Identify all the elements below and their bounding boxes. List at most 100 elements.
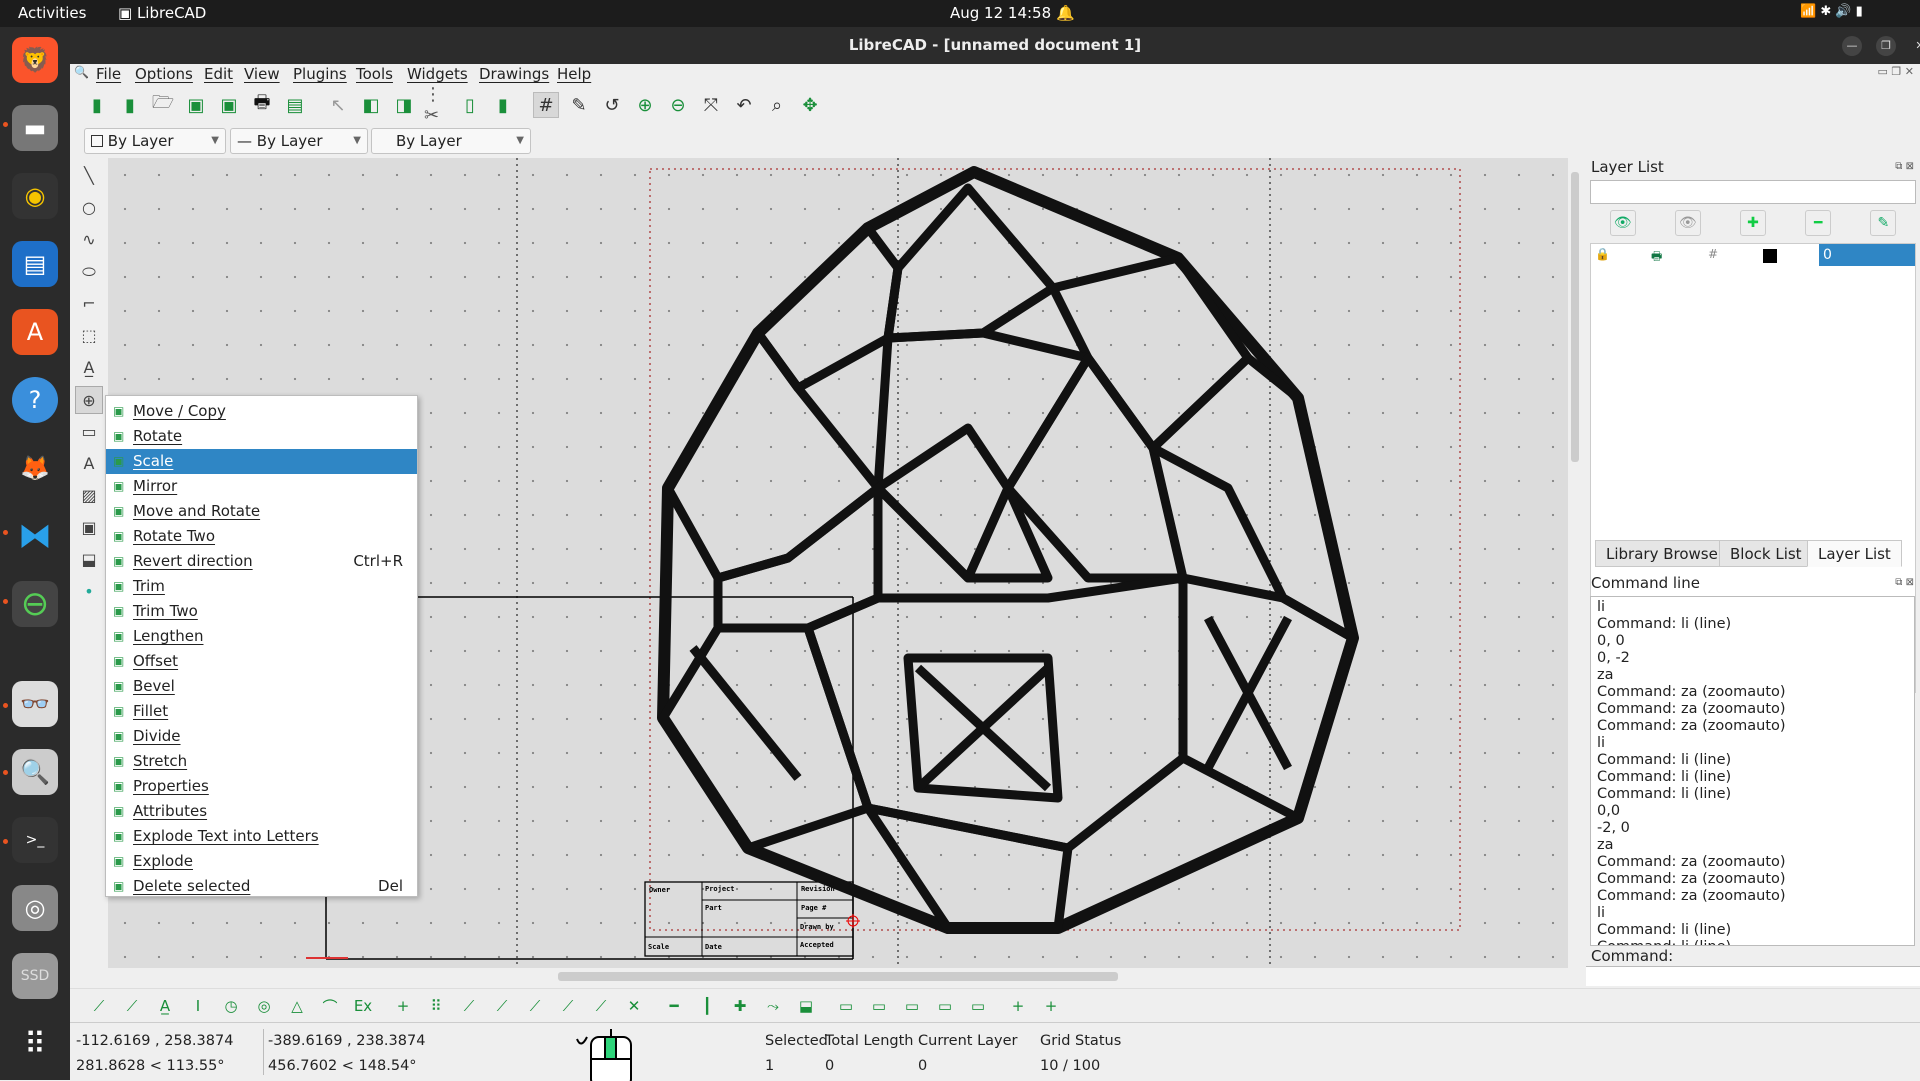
- block-tool-icon[interactable]: ⬓: [75, 546, 103, 574]
- gimp-icon[interactable]: 🦊: [12, 445, 58, 491]
- magnifier-icon[interactable]: 🔍: [12, 749, 58, 795]
- menu-item-delete-selected[interactable]: ▣ Delete selected Del: [106, 874, 417, 899]
- view-3-icon[interactable]: ▭: [899, 993, 925, 1019]
- snap-endpoint-icon[interactable]: A̲: [152, 993, 178, 1019]
- remove-layer-icon[interactable]: ━: [1805, 210, 1832, 236]
- tab-layer-list[interactable]: Layer List: [1807, 540, 1902, 567]
- menu-item-bevel[interactable]: ▣ Bevel: [106, 674, 417, 699]
- view-5-icon[interactable]: ▭: [965, 993, 991, 1019]
- menu-tools[interactable]: Tools: [356, 65, 393, 83]
- hatch-tool-icon[interactable]: ▨: [75, 482, 103, 510]
- draft-mode-icon[interactable]: ✎: [566, 92, 592, 118]
- zoom-previous-icon[interactable]: ↶: [731, 92, 757, 118]
- block-add-icon[interactable]: +: [1038, 993, 1064, 1019]
- edit-layer-icon[interactable]: ✎: [1870, 210, 1897, 236]
- menu-plugins[interactable]: Plugins: [293, 65, 347, 83]
- menu-item-offset[interactable]: ▣ Offset: [106, 649, 417, 674]
- activities-button[interactable]: Activities: [18, 4, 86, 22]
- snap-endpoints-icon[interactable]: ⟋: [456, 993, 482, 1019]
- menu-item-divide[interactable]: ▣ Divide: [106, 724, 417, 749]
- snap-middles-icon[interactable]: ⟋: [555, 993, 581, 1019]
- librecad-icon[interactable]: ⊖: [12, 581, 58, 627]
- restrict-vertical-icon[interactable]: ┃: [694, 993, 720, 1019]
- close-button[interactable]: ✕: [1910, 36, 1920, 56]
- snap-centers-icon[interactable]: ⟋: [522, 993, 548, 1019]
- polyline-tool-icon[interactable]: ⌐: [75, 290, 103, 318]
- menu-item-properties[interactable]: ▣ Properties: [106, 774, 417, 799]
- modify-tool-icon[interactable]: ⊕: [75, 386, 103, 414]
- menu-drawings[interactable]: Drawings: [479, 65, 549, 83]
- show-apps-icon[interactable]: ⠿: [12, 1021, 58, 1067]
- hide-all-layers-icon[interactable]: 👁: [1674, 210, 1701, 236]
- menu-item-stretch[interactable]: ▣ Stretch: [106, 749, 417, 774]
- redraw-icon[interactable]: ↺: [599, 92, 625, 118]
- save-icon[interactable]: ▣: [183, 92, 209, 118]
- line-width-select[interactable]: By Layer ▼: [371, 128, 531, 154]
- print-icon[interactable]: 🖶: [249, 92, 275, 118]
- horizontal-scroll-thumb[interactable]: [558, 972, 1118, 981]
- show-all-layers-icon[interactable]: 👁: [1609, 210, 1636, 236]
- menu-item-explode-text-into-letters[interactable]: ▣ Explode Text into Letters: [106, 824, 417, 849]
- disc-icon[interactable]: ◎: [12, 885, 58, 931]
- rhythmbox-icon[interactable]: ◉: [12, 173, 58, 219]
- snap-distances-icon[interactable]: ⟋: [588, 993, 614, 1019]
- dimension-tool-icon[interactable]: A̲: [75, 354, 103, 382]
- layer-add-icon[interactable]: +: [1005, 993, 1031, 1019]
- zoom-out-icon[interactable]: ⊖: [665, 92, 691, 118]
- snap-free-icon[interactable]: ⟋: [86, 993, 112, 1019]
- relative-zero-icon[interactable]: ⤳: [760, 993, 786, 1019]
- layer-row[interactable]: 🔒 🖶 # 0: [1591, 244, 1915, 266]
- curve-tool-icon[interactable]: ∿: [75, 226, 103, 254]
- menu-item-rotate-two[interactable]: ▣ Rotate Two: [106, 524, 417, 549]
- view-1-icon[interactable]: ▭: [833, 993, 859, 1019]
- view-4-icon[interactable]: ▭: [932, 993, 958, 1019]
- ellipse-tool-icon[interactable]: ⬭: [75, 258, 103, 286]
- menu-item-explode[interactable]: ▣ Explode: [106, 849, 417, 874]
- vertical-scrollbar[interactable]: [1568, 158, 1582, 968]
- brave-browser-icon[interactable]: 🦁: [12, 37, 58, 83]
- maximize-button[interactable]: ❐: [1876, 36, 1896, 56]
- snap-exclusive-icon[interactable]: Ex: [350, 993, 376, 1019]
- vscode-icon[interactable]: ⧓: [12, 513, 58, 559]
- copy-icon[interactable]: ▯: [457, 92, 483, 118]
- menu-item-attributes[interactable]: ▣ Attributes: [106, 799, 417, 824]
- select-pointer-icon[interactable]: ↖: [325, 92, 351, 118]
- new-file-icon[interactable]: ▮: [84, 92, 110, 118]
- snap-distance-icon[interactable]: △: [284, 993, 310, 1019]
- snap-intersections-icon[interactable]: ✕: [621, 993, 647, 1019]
- layer-name[interactable]: 0: [1819, 244, 1915, 266]
- app-center-icon[interactable]: A: [12, 309, 58, 355]
- menu-item-move-copy[interactable]: ▣ Move / Copy: [106, 399, 417, 424]
- menu-item-move-and-rotate[interactable]: ▣ Move and Rotate: [106, 499, 417, 524]
- layer-color-swatch[interactable]: [1763, 249, 1777, 263]
- panel-float-close-buttons[interactable]: ⧉ ⊠: [1895, 577, 1914, 588]
- help-icon[interactable]: ?: [12, 377, 58, 423]
- snap-grid-icon[interactable]: ⟋: [119, 993, 145, 1019]
- restrict-horizontal-icon[interactable]: ━: [661, 993, 687, 1019]
- zoom-window-icon[interactable]: ⌕: [764, 92, 790, 118]
- vertical-scroll-thumb[interactable]: [1571, 172, 1579, 462]
- app-indicator[interactable]: ▣ LibreCAD: [118, 4, 206, 22]
- tab-library-browser[interactable]: Library Browser: [1595, 540, 1736, 567]
- print-preview-icon[interactable]: ▤: [282, 92, 308, 118]
- menu-item-revert-direction[interactable]: ▣ Revert direction Ctrl+R: [106, 549, 417, 574]
- restrict-nothing-icon[interactable]: +: [390, 993, 416, 1019]
- zoom-pan-icon[interactable]: ✥: [797, 92, 823, 118]
- snap-intersection-icon[interactable]: ⌒: [317, 993, 343, 1019]
- redo-icon[interactable]: ◨: [391, 92, 417, 118]
- layer-search-input[interactable]: [1590, 180, 1916, 204]
- open-folder-icon[interactable]: 🗁: [150, 92, 176, 118]
- app-menu-icon[interactable]: 🔍: [74, 65, 89, 79]
- point-tool-icon[interactable]: •: [75, 578, 103, 606]
- image-tool-icon[interactable]: ▣: [75, 514, 103, 542]
- menu-item-trim[interactable]: ▣ Trim: [106, 574, 417, 599]
- system-tray-icons[interactable]: 📶 ✱ 🔊 ▮: [1800, 4, 1863, 19]
- menu-item-mirror[interactable]: ▣ Mirror: [106, 474, 417, 499]
- files-icon[interactable]: ▬: [12, 105, 58, 151]
- print-layer-icon[interactable]: 🖶: [1651, 247, 1662, 268]
- color-select[interactable]: By Layer ▼: [84, 128, 226, 154]
- new-from-template-icon[interactable]: ▮: [117, 92, 143, 118]
- lock-relative-zero-icon[interactable]: ⬓: [793, 993, 819, 1019]
- line-type-select[interactable]: — By Layer ▼: [230, 128, 368, 154]
- command-input[interactable]: [1586, 966, 1920, 986]
